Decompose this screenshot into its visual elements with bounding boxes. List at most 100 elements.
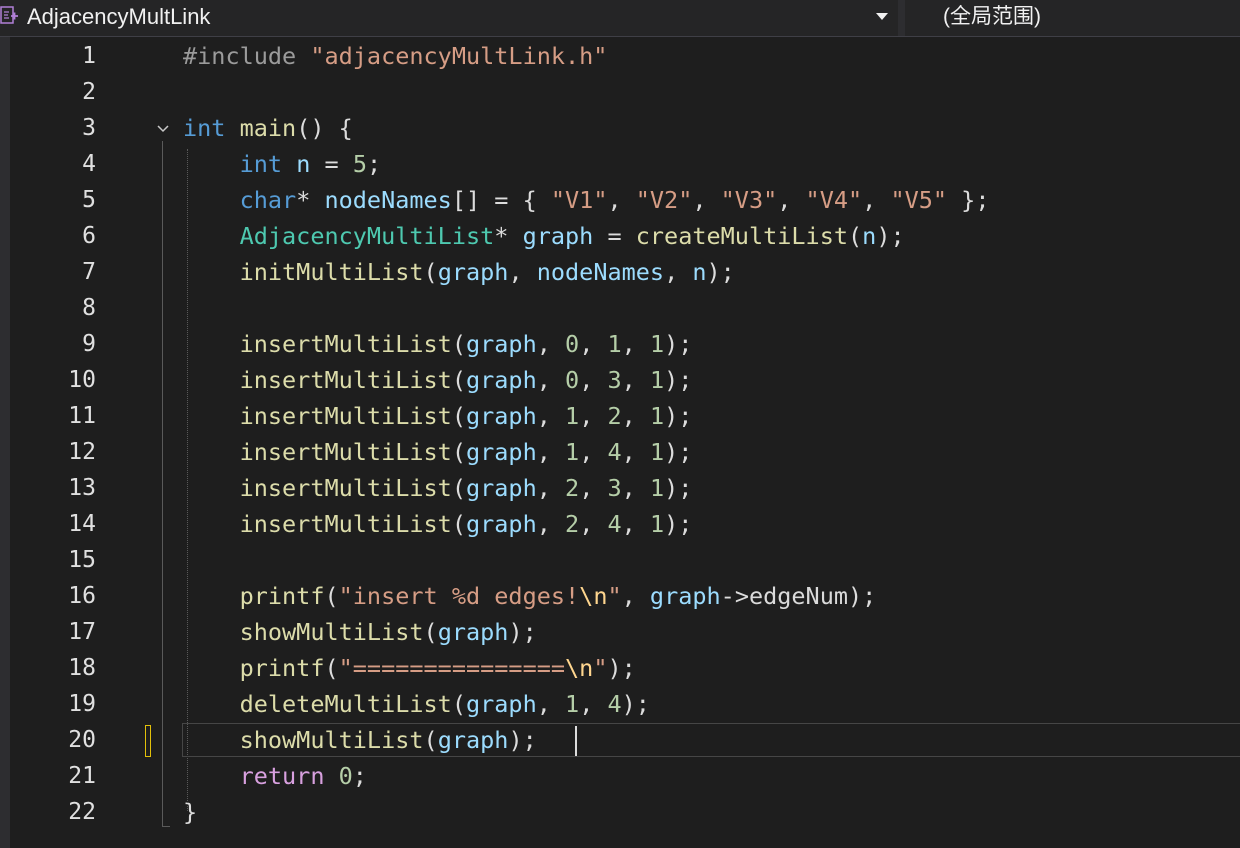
line-number: 12 <box>68 439 96 465</box>
code-line[interactable]: showMultiList(graph); <box>183 614 537 650</box>
code-line[interactable]: #include "adjacencyMultLink.h" <box>183 38 607 74</box>
code-token: deleteMultiList <box>239 690 452 718</box>
project-dropdown[interactable]: AdjacencyMultLink <box>0 0 898 36</box>
code-line[interactable]: insertMultiList(graph, 2, 4, 1); <box>183 506 693 542</box>
code-token: initMultiList <box>239 258 424 286</box>
code-token: ( <box>423 258 438 286</box>
line-number: 14 <box>68 511 96 537</box>
code-token: insertMultiList <box>239 402 452 430</box>
code-token: ); <box>621 690 650 718</box>
code-token: , <box>664 258 693 286</box>
code-token: int <box>239 150 283 178</box>
code-token: nodeNames <box>536 258 665 286</box>
cpp-file-icon <box>0 6 18 24</box>
code-line[interactable]: } <box>183 794 197 830</box>
code-token: n <box>296 150 311 178</box>
line-number: 13 <box>68 475 96 501</box>
code-token: , <box>579 690 608 718</box>
code-line[interactable]: return 0; <box>183 758 367 794</box>
code-token: "V2" <box>635 186 693 214</box>
code-line[interactable]: AdjacencyMultiList* graph = createMultiL… <box>183 218 905 254</box>
code-line[interactable]: insertMultiList(graph, 0, 1, 1); <box>183 326 693 362</box>
code-line[interactable]: char* nodeNames[] = { "V1", "V2", "V3", … <box>183 182 990 218</box>
code-token: graph <box>465 474 537 502</box>
code-token: , <box>536 402 566 430</box>
code-token: "V1" <box>550 186 608 214</box>
line-number: 4 <box>82 151 96 177</box>
code-token: ( <box>423 618 438 646</box>
code-token: 2 <box>565 510 580 538</box>
code-token: = <box>593 222 636 250</box>
code-token: , <box>579 330 608 358</box>
code-token: n <box>862 222 877 250</box>
navigation-bar: AdjacencyMultLink (全局范围) <box>0 0 1240 37</box>
unsaved-change-marker <box>145 725 151 757</box>
code-token: ); <box>607 654 636 682</box>
code-token: \n <box>579 582 608 610</box>
code-token: , <box>579 402 608 430</box>
code-token: #include <box>183 42 311 70</box>
code-line[interactable]: initMultiList(graph, nodeNames, n); <box>183 254 735 290</box>
code-token: * <box>296 186 325 214</box>
code-token: " <box>593 654 608 682</box>
code-token: ); <box>664 366 693 394</box>
code-token: 4 <box>607 438 622 466</box>
code-token: 1 <box>649 402 665 430</box>
collapse-icon[interactable] <box>156 122 170 136</box>
code-token: showMultiList <box>239 618 424 646</box>
code-line[interactable]: int n = 5; <box>183 146 382 182</box>
code-token: 1 <box>565 438 580 466</box>
line-number: 17 <box>68 619 96 645</box>
code-line[interactable]: deleteMultiList(graph, 1, 4); <box>183 686 650 722</box>
code-token: , <box>579 510 608 538</box>
code-line[interactable]: insertMultiList(graph, 1, 4, 1); <box>183 434 693 470</box>
code-token: , <box>621 474 650 502</box>
line-number: 18 <box>68 655 96 681</box>
code-token: , <box>621 330 650 358</box>
code-token: graph <box>465 690 537 718</box>
code-line[interactable]: printf("===============\n"); <box>183 650 636 686</box>
code-token: insertMultiList <box>239 330 452 358</box>
code-token: return <box>239 762 325 790</box>
text-caret <box>575 726 577 756</box>
code-token: ( <box>451 690 466 718</box>
code-line[interactable]: insertMultiList(graph, 0, 3, 1); <box>183 362 693 398</box>
code-token: "=============== <box>338 654 566 682</box>
chevron-down-icon[interactable] <box>876 13 888 20</box>
code-token: ); <box>664 510 693 538</box>
code-token: ; <box>352 762 367 790</box>
code-token: main <box>239 114 297 142</box>
code-token: edgeNum <box>748 582 849 610</box>
code-editor[interactable]: 1 2 3 4 5 6 7 8 9 10 11 12 13 14 15 16 17 18 19 20 21 22 #inc… <box>0 37 1240 848</box>
line-number: 11 <box>68 403 96 429</box>
code-token: graph <box>522 222 594 250</box>
code-line[interactable]: insertMultiList(graph, 2, 3, 1); <box>183 470 693 506</box>
code-token: 1 <box>607 330 622 358</box>
code-token: 1 <box>649 330 665 358</box>
code-token: graph <box>465 330 537 358</box>
code-token: ( <box>324 582 339 610</box>
code-line[interactable]: insertMultiList(graph, 1, 2, 1); <box>183 398 693 434</box>
code-line[interactable]: int main() { <box>183 110 353 146</box>
code-token: , <box>536 474 566 502</box>
scope-dropdown[interactable]: (全局范围) <box>905 0 1240 36</box>
code-token: " <box>607 582 622 610</box>
code-line[interactable]: printf("insert %d edges!\n", graph->edge… <box>183 578 877 614</box>
code-token: , <box>579 366 608 394</box>
code-token: , <box>621 402 650 430</box>
line-number: 15 <box>68 547 96 573</box>
code-token: graph <box>465 366 537 394</box>
code-token: ); <box>664 474 693 502</box>
code-token: , <box>621 510 650 538</box>
code-token: ); <box>664 438 693 466</box>
